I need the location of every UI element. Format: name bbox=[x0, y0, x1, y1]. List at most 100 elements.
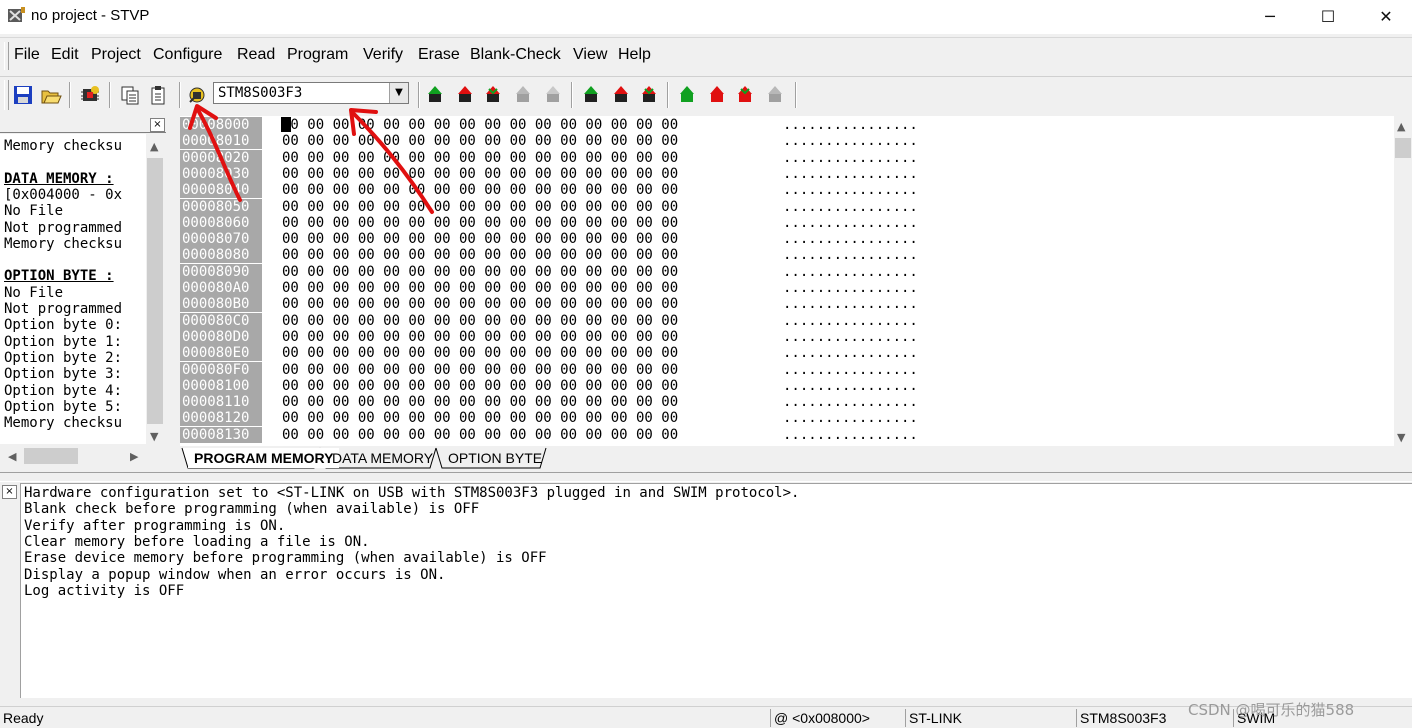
memory-hex-row[interactable]: 00 00 00 00 00 00 00 00 00 00 00 00 00 0… bbox=[282, 345, 678, 361]
maximize-button[interactable]: ☐ bbox=[1299, 0, 1357, 34]
tab-option-byte[interactable]: OPTION BYTE bbox=[442, 448, 548, 468]
memory-hex-row[interactable]: 00 00 00 00 00 00 00 00 00 00 00 00 00 0… bbox=[282, 394, 678, 410]
memory-hex-row[interactable]: 00 00 00 00 00 00 00 00 00 00 00 00 00 0… bbox=[282, 215, 678, 231]
scroll-up-icon[interactable]: ▲ bbox=[150, 140, 158, 153]
info-panel-vscroll-thumb[interactable] bbox=[147, 158, 163, 424]
erase-icon[interactable] bbox=[512, 84, 534, 106]
memory-grid[interactable]: 00008000 00 00 00 00 00 00 00 00 00 00 00… bbox=[180, 116, 1412, 446]
info-line: No File bbox=[4, 203, 64, 220]
memory-address: 00008090 bbox=[180, 263, 262, 280]
status-ready: Ready bbox=[3, 710, 44, 726]
memory-hex-row[interactable]: 00 00 00 00 00 00 00 00 00 00 00 00 00 0… bbox=[282, 199, 678, 215]
chevron-down-icon[interactable]: ▼ bbox=[389, 83, 408, 103]
menu-program[interactable]: Program bbox=[287, 46, 348, 64]
verify-current-icon[interactable] bbox=[638, 84, 660, 106]
read-current-icon[interactable] bbox=[580, 84, 602, 106]
menu-erase[interactable]: Erase bbox=[418, 46, 460, 64]
memory-hex-row[interactable]: 00 00 00 00 00 00 00 00 00 00 00 00 00 0… bbox=[282, 410, 678, 426]
memory-ascii-row: ................ bbox=[783, 345, 918, 362]
log-line: Blank check before programming (when ava… bbox=[24, 501, 480, 518]
memory-address: 00008020 bbox=[180, 149, 262, 166]
info-line: Memory checksu bbox=[4, 415, 123, 432]
memory-hex-row[interactable]: 00 00 00 00 00 00 00 00 00 00 00 00 00 0… bbox=[282, 313, 678, 329]
title-bar bbox=[0, 0, 1412, 34]
read-all-icon[interactable] bbox=[424, 84, 446, 106]
memory-hex-row[interactable]: 00 00 00 00 00 00 00 00 00 00 00 00 00 0… bbox=[282, 329, 678, 345]
menu-view[interactable]: View bbox=[573, 46, 607, 64]
info-panel-header[interactable] bbox=[0, 116, 166, 133]
memory-vscroll-thumb[interactable] bbox=[1395, 138, 1411, 158]
program-current-icon[interactable] bbox=[610, 84, 632, 106]
menu-help[interactable]: Help bbox=[618, 46, 651, 64]
menu-file[interactable]: File bbox=[14, 46, 40, 64]
toolbar-grip[interactable] bbox=[4, 80, 9, 110]
memory-hex-row[interactable]: 00 00 00 00 00 00 00 00 00 00 00 00 00 0… bbox=[282, 182, 678, 198]
memory-hex-row[interactable]: 00 00 00 00 00 00 00 00 00 00 00 00 00 0… bbox=[282, 133, 678, 149]
memory-hex-row[interactable]: 00 00 00 00 00 00 00 00 00 00 00 00 00 0… bbox=[282, 378, 678, 394]
memory-hex-row[interactable]: 00 00 00 00 00 00 00 00 00 00 00 00 00 0… bbox=[282, 264, 678, 280]
memory-ascii-row: ................ bbox=[783, 182, 918, 199]
tab-data-memory[interactable]: DATA MEMORY bbox=[326, 448, 439, 468]
configure-icon[interactable] bbox=[186, 84, 208, 106]
memory-hex-row[interactable]: 00 00 00 00 00 00 00 00 00 00 00 00 00 0… bbox=[282, 150, 678, 166]
tab-program-memory[interactable]: PROGRAM MEMORY bbox=[188, 448, 340, 468]
info-line: Option byte 5: bbox=[4, 398, 123, 415]
info-line: Not programmed bbox=[4, 219, 123, 236]
paste-icon[interactable] bbox=[147, 84, 169, 106]
menu-configure[interactable]: Configure bbox=[153, 46, 222, 64]
program-all-icon[interactable] bbox=[454, 84, 476, 106]
blank-check-icon[interactable] bbox=[542, 84, 564, 106]
menu-project[interactable]: Project bbox=[91, 46, 141, 64]
window-title: no project - STVP bbox=[31, 7, 150, 24]
chip-config-icon[interactable] bbox=[79, 84, 101, 106]
memory-hex-row[interactable]: 00 00 00 00 00 00 00 00 00 00 00 00 00 0… bbox=[282, 247, 678, 263]
memory-ascii-row: ................ bbox=[783, 312, 918, 329]
log-line: Log activity is OFF bbox=[24, 582, 185, 599]
copy-icon[interactable] bbox=[119, 84, 141, 106]
scroll-down-icon[interactable]: ▼ bbox=[150, 430, 158, 443]
edit-cursor bbox=[281, 117, 291, 132]
info-section-header: OPTION BYTE : bbox=[4, 268, 114, 285]
memory-hex-row[interactable]: 00 00 00 00 00 00 00 00 00 00 00 00 00 0… bbox=[282, 427, 678, 443]
menu-edit[interactable]: Edit bbox=[51, 46, 79, 64]
memory-vscrollbar[interactable] bbox=[1394, 116, 1412, 446]
save-icon[interactable] bbox=[12, 84, 34, 106]
erase-option-icon[interactable] bbox=[764, 84, 786, 106]
memory-hex-row[interactable]: 00 00 00 00 00 00 00 00 00 00 00 00 00 0… bbox=[282, 166, 678, 182]
info-line: Option byte 2: bbox=[4, 349, 123, 366]
memory-hex-row[interactable]: 00 00 00 00 00 00 00 00 00 00 00 00 00 0… bbox=[282, 296, 678, 312]
info-line: Not programmed bbox=[4, 301, 123, 317]
device-select-value: STM8S003F3 bbox=[218, 85, 303, 101]
log-line: Erase device memory before programming (… bbox=[24, 550, 547, 567]
menu-grip[interactable] bbox=[4, 42, 9, 70]
device-select[interactable]: STM8S003F3 ▼ bbox=[213, 82, 409, 104]
scroll-right-icon[interactable]: ▶ bbox=[130, 450, 138, 463]
memory-hex-row[interactable]: 00 00 00 00 00 00 00 00 00 00 00 00 00 0… bbox=[282, 231, 678, 247]
pane-splitter[interactable] bbox=[0, 472, 1412, 482]
close-button[interactable]: ✕ bbox=[1357, 0, 1412, 34]
scroll-down-icon[interactable]: ▼ bbox=[1397, 431, 1405, 444]
log-pane: Hardware configuration set to <ST-LINK o… bbox=[20, 483, 1412, 698]
menu-verify[interactable]: Verify bbox=[363, 46, 403, 64]
close-icon[interactable]: × bbox=[2, 485, 17, 499]
open-icon[interactable] bbox=[40, 84, 62, 106]
verify-option-icon[interactable] bbox=[734, 84, 756, 106]
memory-hex-row[interactable]: 00 00 00 00 00 00 00 00 00 00 00 00 00 0… bbox=[282, 280, 678, 296]
memory-ascii-row: ................ bbox=[783, 117, 918, 133]
toolbar-separator bbox=[418, 82, 420, 108]
memory-hex-row[interactable]: 00 00 00 00 00 00 00 00 00 00 00 00 00 0… bbox=[282, 117, 678, 133]
scroll-up-icon[interactable]: ▲ bbox=[1397, 120, 1405, 133]
info-panel-hscroll-thumb[interactable] bbox=[24, 448, 78, 464]
memory-address: 000080E0 bbox=[180, 345, 262, 362]
memory-hex-row[interactable]: 00 00 00 00 00 00 00 00 00 00 00 00 00 0… bbox=[282, 362, 678, 378]
close-icon[interactable]: × bbox=[150, 118, 165, 132]
menu-blank-check[interactable]: Blank-Check bbox=[470, 46, 561, 64]
scroll-left-icon[interactable]: ◀ bbox=[8, 450, 16, 463]
memory-address: 00008120 bbox=[180, 410, 262, 427]
program-option-icon[interactable] bbox=[706, 84, 728, 106]
menu-read[interactable]: Read bbox=[237, 46, 275, 64]
minimize-button[interactable]: ─ bbox=[1241, 0, 1299, 34]
memory-address: 00008070 bbox=[180, 231, 262, 248]
read-option-icon[interactable] bbox=[676, 84, 698, 106]
verify-all-icon[interactable] bbox=[482, 84, 504, 106]
